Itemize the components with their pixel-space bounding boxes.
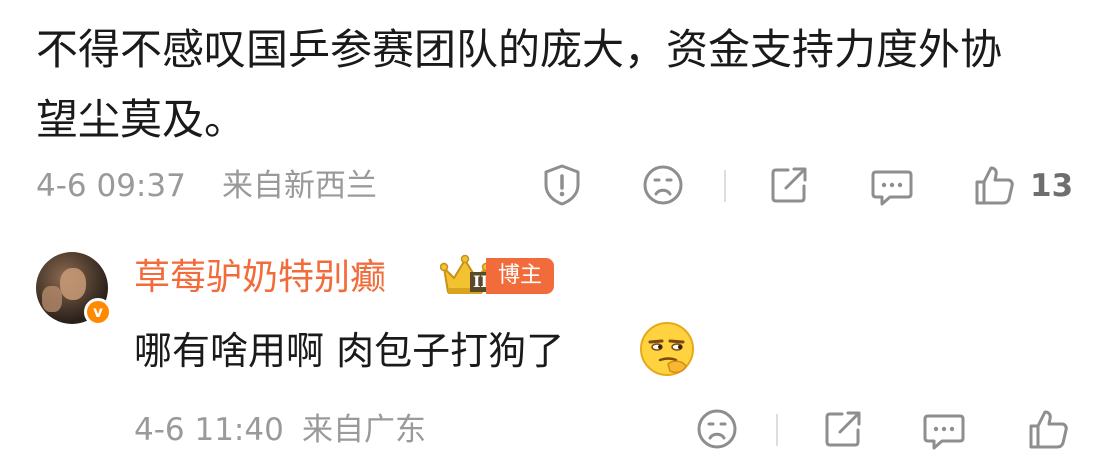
smirk-emoji <box>638 320 696 378</box>
reply-emoji-icon[interactable] <box>696 408 738 450</box>
comment-date: 4-6 09:37 <box>36 168 186 204</box>
comment-location: 来自新西兰 <box>222 168 377 204</box>
emoji-icon[interactable] <box>642 164 684 206</box>
reply-username[interactable]: 草莓驴奶特别癫 <box>134 254 386 302</box>
reply-date: 4-6 11:40 <box>134 412 284 448</box>
comment-text-line2: 望尘莫及。 <box>36 95 247 144</box>
reply-comment-icon[interactable] <box>922 408 966 452</box>
report-icon[interactable] <box>540 163 584 207</box>
reply-share-icon[interactable] <box>822 408 864 450</box>
reply-toolbar-divider <box>776 414 778 446</box>
reply-text: 哪有啥用啊 肉包子打狗了 <box>134 329 565 373</box>
comment-text-line1: 不得不感叹国乒参赛团队的庞大，资金支持力度外协 <box>36 25 1003 74</box>
comment-icon[interactable] <box>870 164 914 208</box>
blogger-badge: 博主 <box>486 258 555 294</box>
like-count: 13 <box>1030 168 1074 204</box>
toolbar-divider <box>724 170 726 202</box>
reply-location: 来自广东 <box>302 412 426 448</box>
share-icon[interactable] <box>768 164 810 206</box>
like-icon[interactable] <box>972 163 1016 207</box>
verified-badge: v <box>84 298 112 326</box>
reply-like-icon[interactable] <box>1026 407 1070 451</box>
